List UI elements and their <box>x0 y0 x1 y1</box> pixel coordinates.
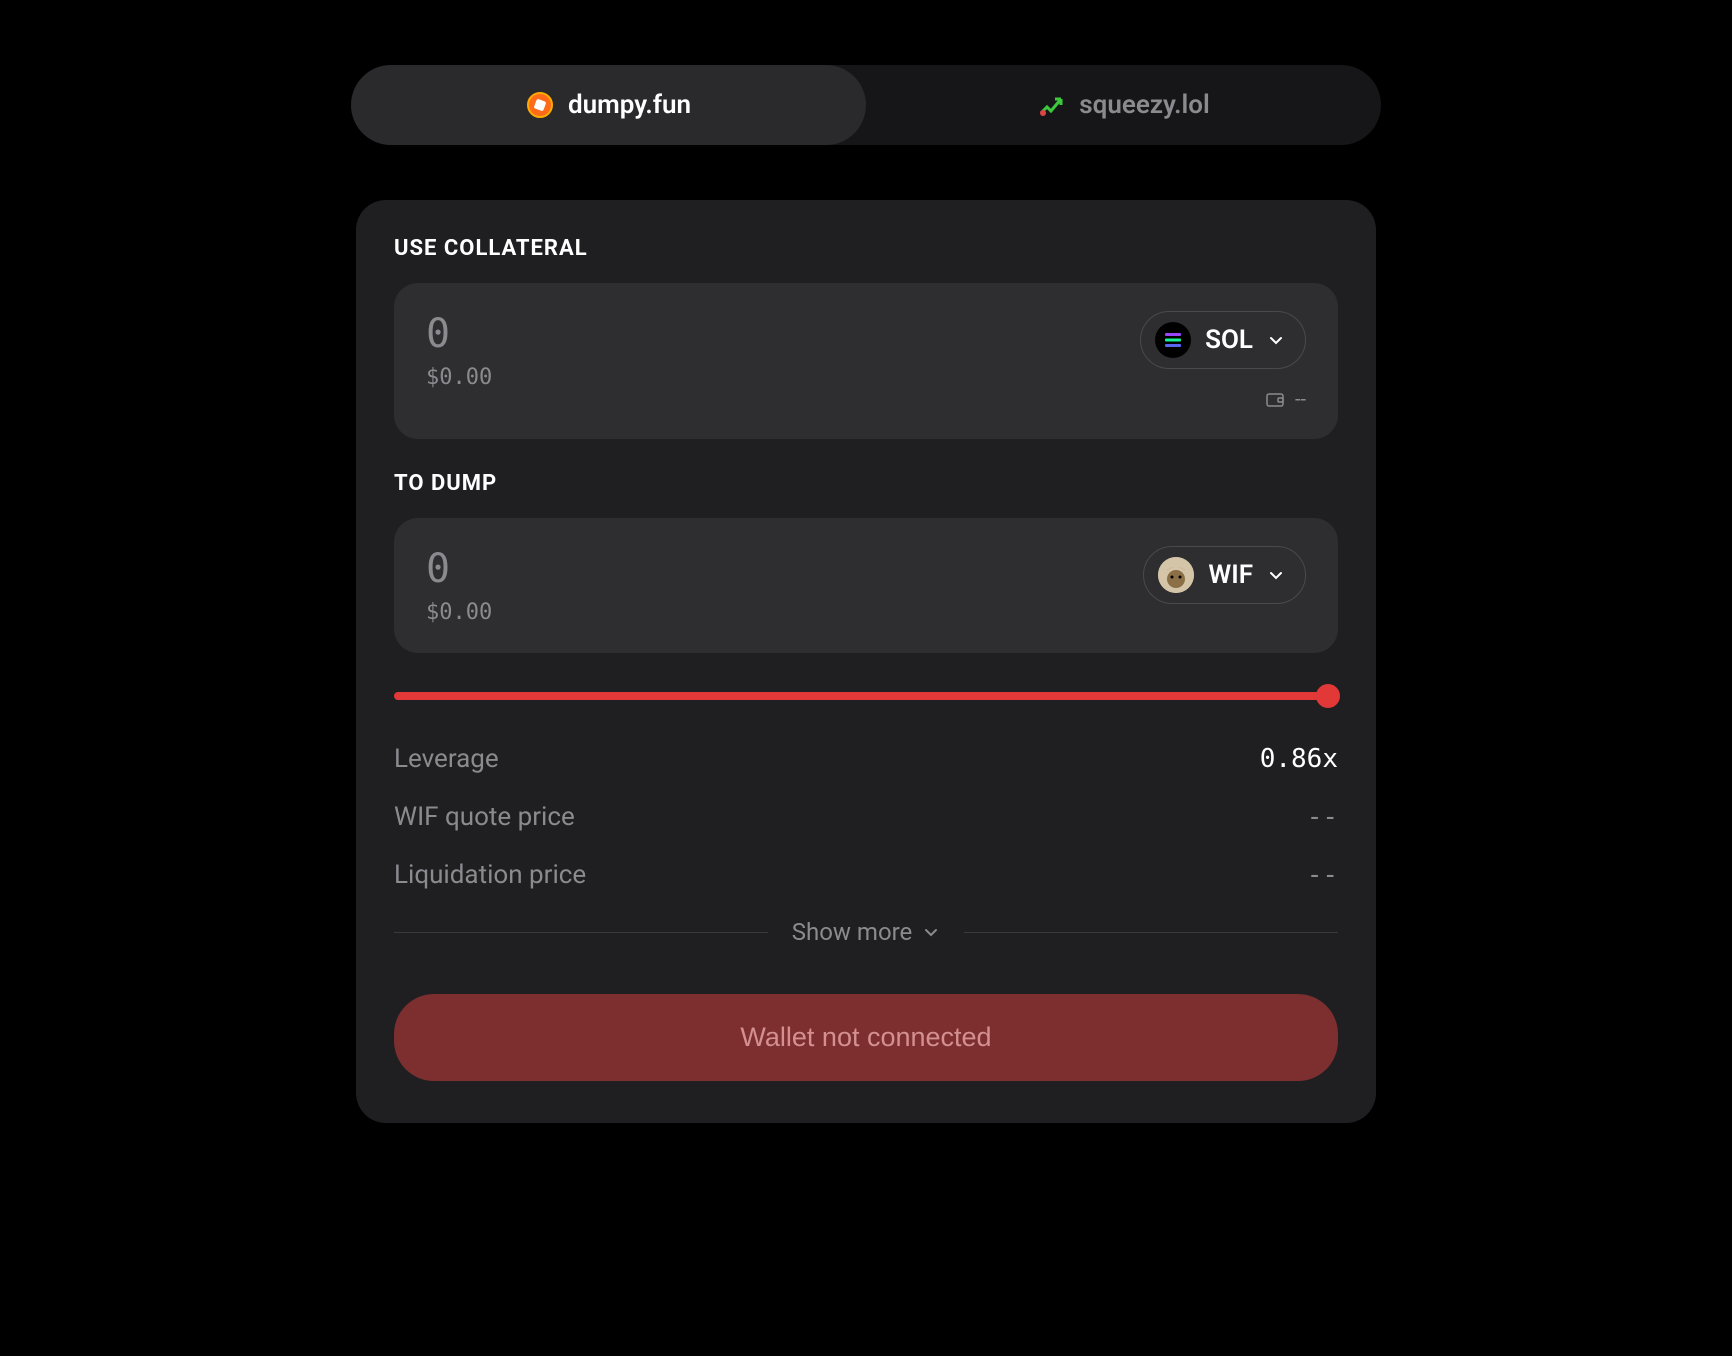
collateral-usd-value: $0.00 <box>426 365 492 390</box>
tab-dumpy[interactable]: dumpy.fun <box>351 65 866 145</box>
quote-price-row: WIF quote price -- <box>394 802 1338 832</box>
dumpy-icon <box>526 91 554 119</box>
tab-switcher: dumpy.fun squeezy.lol <box>351 65 1381 145</box>
squeezy-icon <box>1037 91 1065 119</box>
tab-squeezy[interactable]: squeezy.lol <box>866 65 1381 145</box>
slider-track <box>394 692 1338 700</box>
show-more-toggle[interactable]: Show more <box>394 918 1338 946</box>
collateral-token-selector[interactable]: SOL <box>1140 311 1306 369</box>
chevron-down-icon <box>922 923 940 941</box>
wallet-icon <box>1265 389 1285 409</box>
connect-wallet-button[interactable]: Wallet not connected <box>394 994 1338 1081</box>
trade-card: USE COLLATERAL 0 $0.00 SOL <box>356 200 1376 1123</box>
divider-line <box>394 932 768 933</box>
liquidation-price-row: Liquidation price -- <box>394 860 1338 890</box>
leverage-label: Leverage <box>394 744 499 774</box>
collateral-label: USE COLLATERAL <box>394 236 1338 261</box>
quote-price-value: -- <box>1307 802 1338 832</box>
wif-token-icon <box>1158 557 1194 593</box>
chevron-down-icon <box>1267 331 1285 349</box>
liquidation-price-label: Liquidation price <box>394 860 586 890</box>
dump-usd-value: $0.00 <box>426 600 492 625</box>
sol-token-icon <box>1155 322 1191 358</box>
wallet-balance: -- <box>1265 387 1306 411</box>
liquidation-price-value: -- <box>1307 860 1338 890</box>
leverage-slider[interactable] <box>394 688 1338 704</box>
collateral-input-box: 0 $0.00 SOL <box>394 283 1338 439</box>
dump-label: TO DUMP <box>394 471 1338 496</box>
wallet-balance-value: -- <box>1295 387 1306 411</box>
tab-squeezy-label: squeezy.lol <box>1079 90 1209 120</box>
chevron-down-icon <box>1267 566 1285 584</box>
leverage-row: Leverage 0.86x <box>394 744 1338 774</box>
slider-thumb[interactable] <box>1316 684 1340 708</box>
dump-input-box: 0 $0.00 WIF <box>394 518 1338 653</box>
leverage-value: 0.86x <box>1260 744 1338 774</box>
dump-token-selector[interactable]: WIF <box>1143 546 1306 604</box>
quote-price-label: WIF quote price <box>394 802 575 832</box>
dump-token-name: WIF <box>1208 560 1253 590</box>
tab-dumpy-label: dumpy.fun <box>568 90 691 120</box>
show-more-label: Show more <box>792 918 913 946</box>
collateral-amount-input[interactable]: 0 <box>426 311 492 357</box>
collateral-token-name: SOL <box>1205 325 1253 355</box>
divider-line <box>964 932 1338 933</box>
dump-amount-input[interactable]: 0 <box>426 546 492 592</box>
info-rows: Leverage 0.86x WIF quote price -- Liquid… <box>394 744 1338 890</box>
